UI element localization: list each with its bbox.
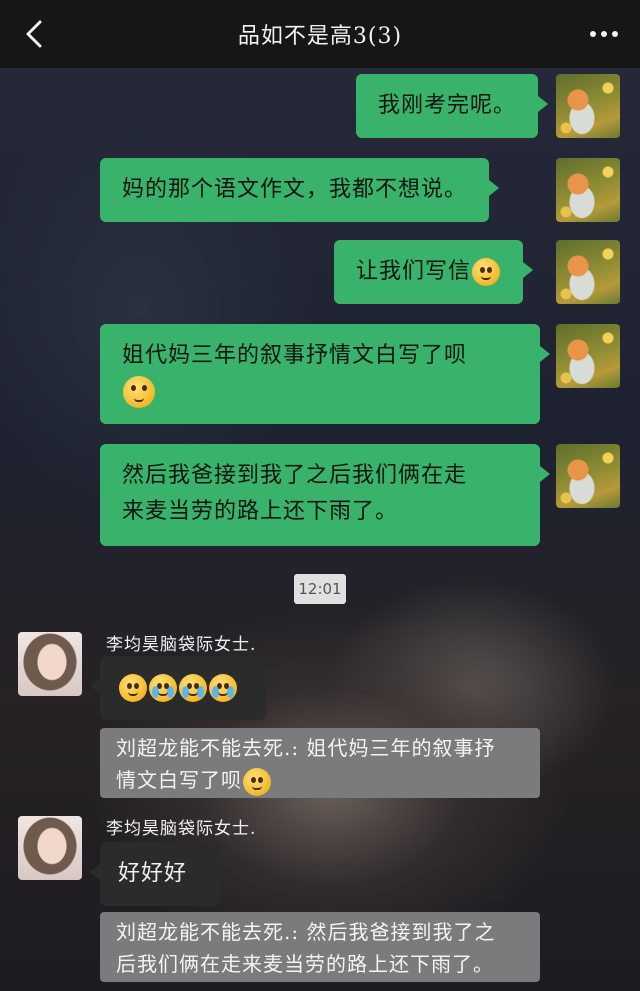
- cry-laugh-emoji-icon: [149, 674, 177, 702]
- my-avatar[interactable]: [556, 324, 620, 388]
- back-button[interactable]: [18, 16, 54, 52]
- sender-name: 李均昊脑袋际女士.: [106, 819, 257, 839]
- slight-smile-emoji-icon: [472, 258, 501, 286]
- dot-icon: [612, 31, 618, 37]
- cry-laugh-emoji-icon: [179, 674, 207, 702]
- message-text: 然后我爸接到我了之后我们俩在走: [122, 463, 468, 488]
- sender-name: 李均昊脑袋际女士.: [106, 635, 257, 655]
- eye-roll-emoji-icon: [119, 674, 147, 702]
- my-avatar[interactable]: [556, 74, 620, 138]
- message-text: 姐代妈三年的叙事抒情文白写了呗: [122, 343, 468, 368]
- my-message-bubble[interactable]: 姐代妈三年的叙事抒情文白写了呗: [100, 324, 550, 424]
- title-bar: 品如不是高3(3): [0, 0, 640, 68]
- my-avatar[interactable]: [556, 158, 620, 222]
- sender-avatar[interactable]: [18, 632, 82, 696]
- my-message-bubble[interactable]: 妈的那个语文作文，我都不想说。: [100, 158, 500, 222]
- timestamp: 12:01: [294, 574, 346, 604]
- my-avatar[interactable]: [556, 240, 620, 304]
- my-message-bubble[interactable]: 让我们写信: [334, 240, 534, 304]
- quote-text: 刘超龙能不能去死.: 姐代妈三年的叙事抒: [116, 736, 496, 760]
- more-options-button[interactable]: [584, 18, 624, 50]
- message-text: 妈的那个语文作文，我都不想说。: [122, 177, 468, 202]
- other-message-bubble[interactable]: [90, 656, 266, 720]
- message-text: 让我们写信: [356, 259, 472, 284]
- my-message-bubble[interactable]: 然后我爸接到我了之后我们俩在走 来麦当劳的路上还下雨了。: [100, 444, 550, 546]
- quoted-reply[interactable]: 刘超龙能不能去死.: 姐代妈三年的叙事抒 情文白写了呗: [100, 728, 540, 798]
- slight-smile-emoji-icon: [243, 767, 271, 796]
- cry-laugh-emoji-icon: [209, 674, 237, 702]
- chat-title: 品如不是高3(3): [237, 24, 403, 49]
- my-avatar[interactable]: [556, 444, 620, 508]
- chevron-left-icon: [26, 20, 42, 48]
- other-message-bubble[interactable]: 好好好: [90, 842, 220, 906]
- dot-icon: [601, 31, 607, 37]
- sender-avatar[interactable]: [18, 816, 82, 880]
- my-message-bubble[interactable]: 我刚考完呢。: [356, 74, 549, 138]
- dot-icon: [590, 31, 596, 37]
- quote-text: 刘超龙能不能去死.: 然后我爸接到我了之: [116, 920, 496, 944]
- quote-text: 后我们俩在走来麦当劳的路上还下雨了。: [116, 952, 494, 976]
- message-text: 好好好: [118, 861, 188, 886]
- quoted-reply[interactable]: 刘超龙能不能去死.: 然后我爸接到我了之 后我们俩在走来麦当劳的路上还下雨了。: [100, 912, 540, 982]
- message-text: 我刚考完呢。: [378, 93, 517, 118]
- quote-text: 情文白写了呗: [116, 768, 242, 792]
- slight-smile-emoji-icon: [123, 376, 155, 408]
- message-text: 来麦当劳的路上还下雨了。: [122, 499, 399, 524]
